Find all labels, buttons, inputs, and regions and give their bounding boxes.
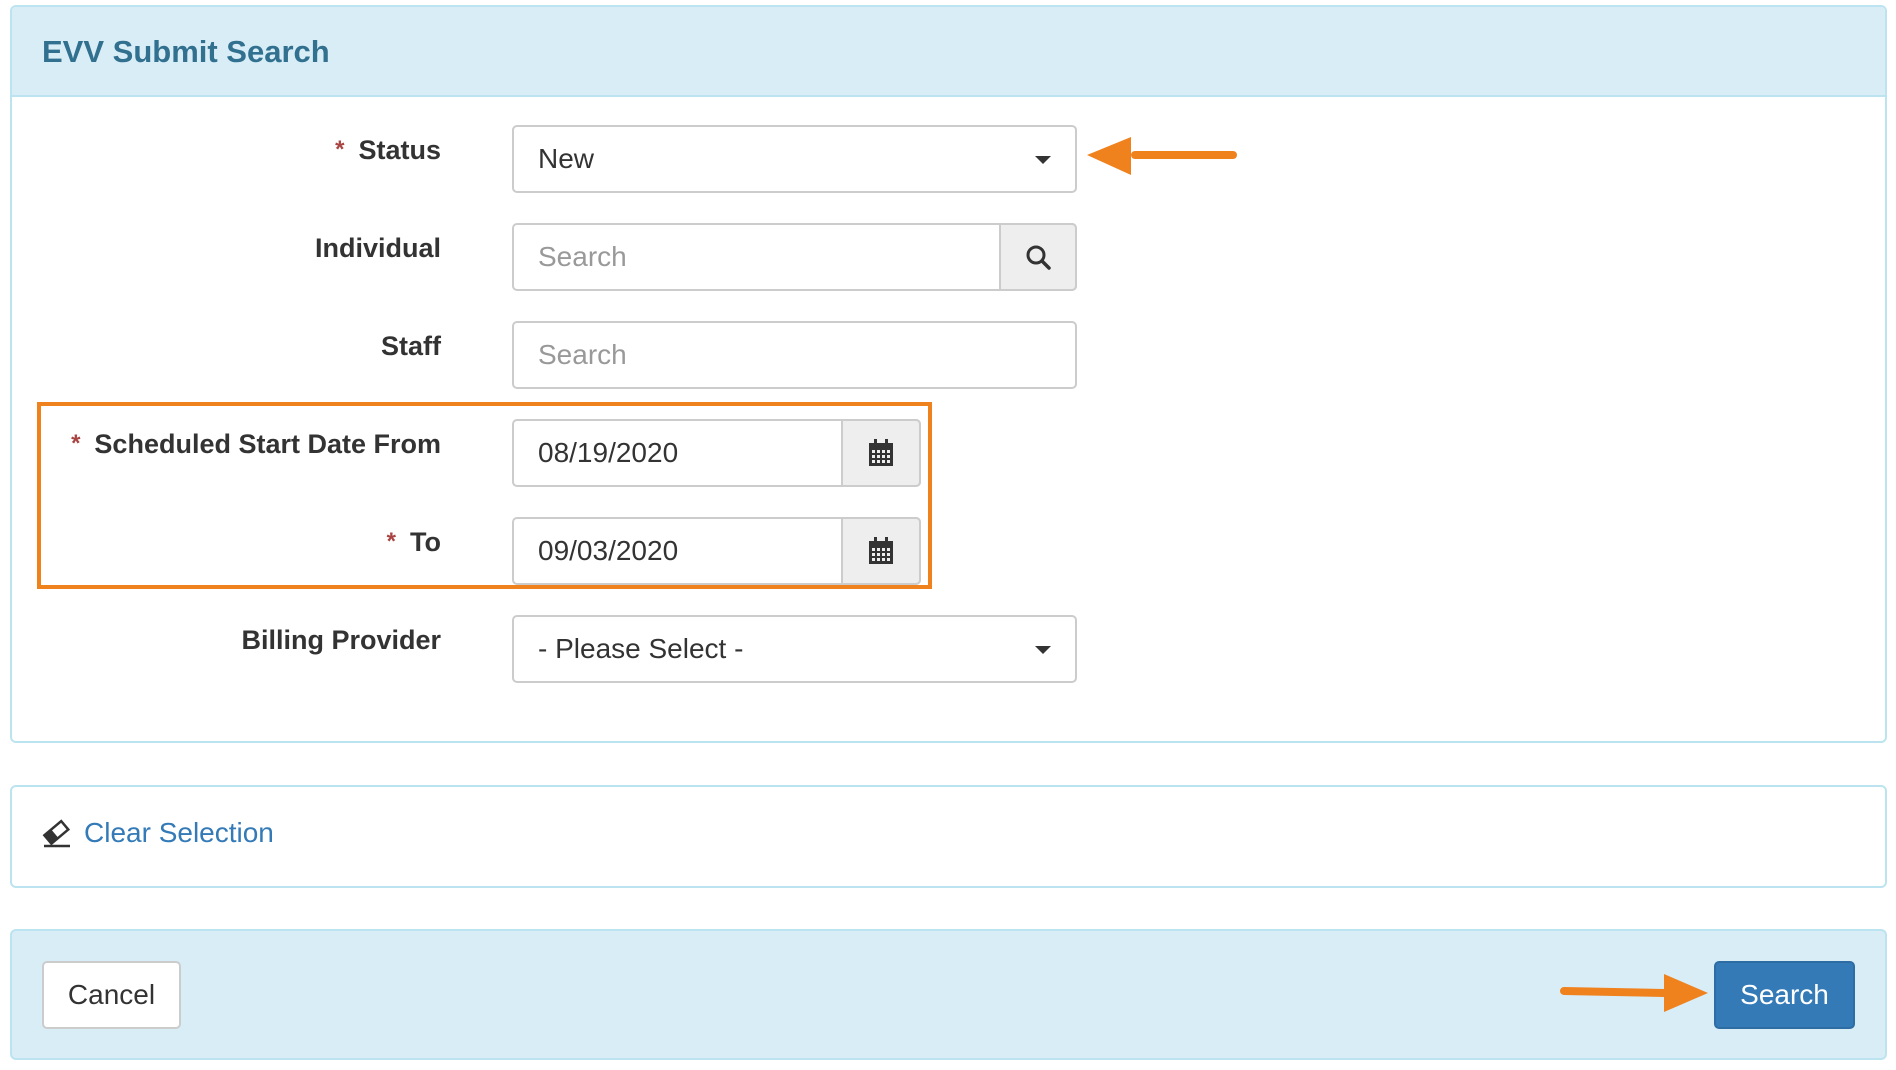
status-label: * Status [335, 135, 441, 166]
clear-selection-link[interactable]: Clear Selection [42, 817, 274, 849]
billing-provider-select[interactable]: - Please Select - [512, 615, 1077, 683]
individual-search-placeholder: Search [538, 241, 627, 272]
search-icon [1026, 245, 1051, 270]
arrow-icon [1560, 974, 1708, 1012]
billing-provider-label: Billing Provider [241, 625, 441, 655]
staff-label: Staff [381, 331, 441, 361]
date-range-highlight [37, 402, 932, 589]
panel-heading: EVV Submit Search [12, 7, 1885, 97]
search-criteria-panel: EVV Submit Search * Status New Individual… [10, 5, 1887, 743]
staff-search-input[interactable]: Search [512, 321, 1077, 389]
individual-label: Individual [314, 233, 441, 263]
staff-search-placeholder: Search [538, 339, 627, 370]
page-title: EVV Submit Search [42, 34, 330, 69]
arrow-icon [1087, 137, 1237, 175]
clear-selection-panel: Clear Selection [10, 785, 1887, 888]
status-label-text: Status [358, 135, 441, 165]
clear-selection-label: Clear Selection [84, 817, 274, 848]
status-select[interactable]: New [512, 125, 1077, 193]
individual-search-button[interactable] [999, 223, 1077, 291]
required-marker: * [335, 136, 345, 163]
caret-down-icon [1035, 646, 1051, 654]
caret-down-icon [1035, 156, 1051, 164]
billing-provider-select-value: - Please Select - [538, 633, 744, 664]
eraser-icon [42, 819, 71, 848]
status-select-value: New [538, 143, 595, 174]
individual-search-input[interactable]: Search [512, 223, 1077, 291]
search-button[interactable]: Search [1714, 961, 1855, 1029]
cancel-button[interactable]: Cancel [42, 961, 181, 1029]
